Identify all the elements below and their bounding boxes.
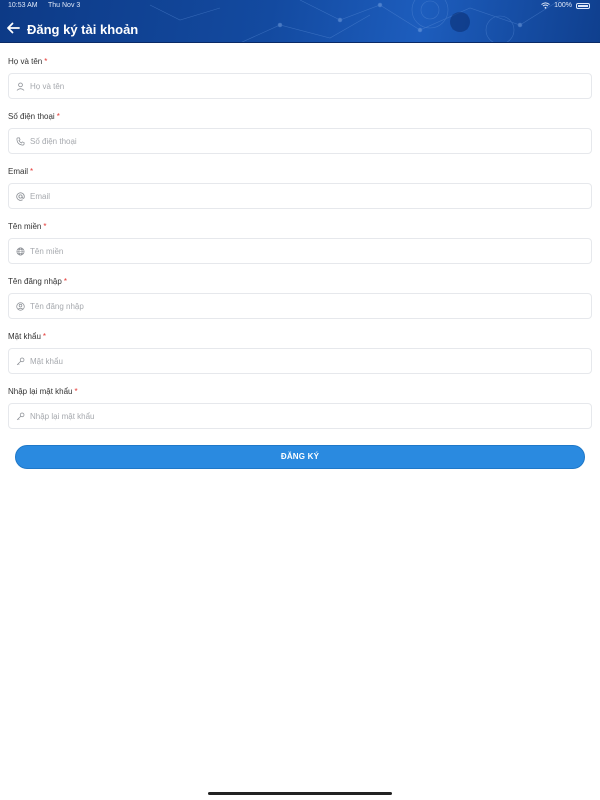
username-input-box[interactable] <box>8 293 592 319</box>
password-input-box[interactable] <box>8 348 592 374</box>
email-label: Email * <box>8 166 592 178</box>
domain-input[interactable] <box>30 246 570 256</box>
domain-label-text: Tên miền <box>8 222 42 231</box>
password-input[interactable] <box>30 356 570 366</box>
wifi-icon <box>541 2 550 9</box>
phone-label-text: Số điện thoại <box>8 112 55 121</box>
full-name-input-box[interactable] <box>8 73 592 99</box>
key-icon <box>15 411 25 421</box>
status-date: Thu Nov 3 <box>48 2 81 9</box>
battery-percent: 100% <box>554 2 572 9</box>
confirm-password-label-text: Nhập lại mật khẩu <box>8 387 73 396</box>
domain-input-box[interactable] <box>8 238 592 264</box>
confirm-password-input-box[interactable] <box>8 403 592 429</box>
globe-icon <box>15 246 25 256</box>
confirm-password-input[interactable] <box>30 411 570 421</box>
required-mark: * <box>30 167 34 176</box>
required-mark: * <box>63 277 67 286</box>
domain-field: Tên miền * <box>8 221 592 264</box>
confirm-password-field: Nhập lại mật khẩu * <box>8 386 592 429</box>
phone-input-box[interactable] <box>8 128 592 154</box>
register-button[interactable]: ĐĂNG KÝ <box>15 445 585 469</box>
username-label: Tên đăng nhập * <box>8 276 592 288</box>
full-name-label: Họ và tên * <box>8 56 592 68</box>
battery-icon <box>576 2 590 9</box>
status-indicators: 100% <box>541 2 590 9</box>
confirm-password-label: Nhập lại mật khẩu * <box>8 386 592 398</box>
phone-label: Số điện thoại * <box>8 111 592 123</box>
key-icon <box>15 356 25 366</box>
app-header: 10:53 AM Thu Nov 3 100% Đăng ký tài khoả… <box>0 0 600 43</box>
page-title: Đăng ký tài khoản <box>27 22 139 37</box>
required-mark: * <box>74 387 78 396</box>
back-arrow-icon[interactable] <box>6 21 20 35</box>
phone-input[interactable] <box>30 136 570 146</box>
phone-field: Số điện thoại * <box>8 111 592 154</box>
home-indicator[interactable] <box>208 792 392 795</box>
status-bar: 10:53 AM Thu Nov 3 100% <box>0 0 600 12</box>
required-mark: * <box>56 112 60 121</box>
full-name-field: Họ và tên * <box>8 56 592 99</box>
phone-icon <box>15 136 25 146</box>
username-input[interactable] <box>30 301 570 311</box>
header-divider <box>0 42 600 43</box>
password-field: Mật khẩu * <box>8 331 592 374</box>
status-time: 10:53 AM <box>8 2 38 9</box>
at-icon <box>15 191 25 201</box>
full-name-input[interactable] <box>30 81 570 91</box>
username-field: Tên đăng nhập * <box>8 276 592 319</box>
required-mark: * <box>43 222 47 231</box>
required-mark: * <box>42 332 47 341</box>
domain-label: Tên miền * <box>8 221 592 233</box>
full-name-label-text: Họ và tên <box>8 57 43 66</box>
username-label-text: Tên đăng nhập <box>8 277 62 286</box>
email-field: Email * <box>8 166 592 209</box>
required-mark: * <box>44 57 48 66</box>
password-label-text: Mật khẩu <box>8 332 41 341</box>
email-label-text: Email <box>8 167 29 176</box>
password-label: Mật khẩu * <box>8 331 592 343</box>
account-circle-icon <box>15 301 25 311</box>
email-input[interactable] <box>30 191 570 201</box>
person-icon <box>15 81 25 91</box>
email-input-box[interactable] <box>8 183 592 209</box>
